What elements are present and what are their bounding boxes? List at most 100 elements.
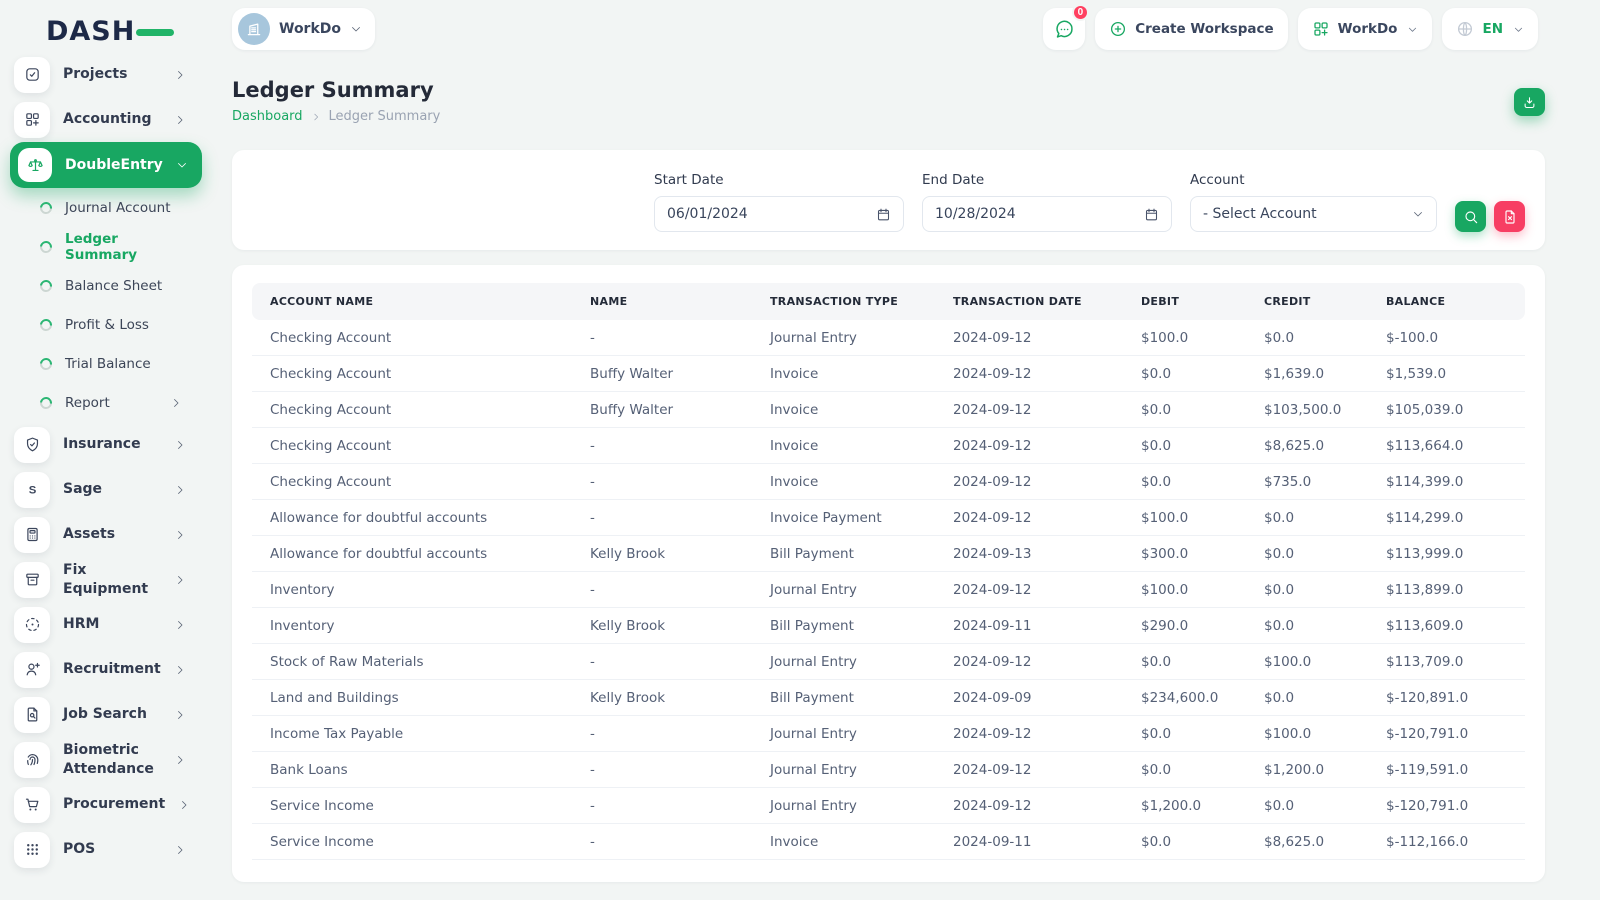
sidebar-item-journal-account[interactable]: Journal Account [0,188,212,227]
account-group: Account - Select Account [1190,172,1437,232]
table-row: Service Income-Journal Entry2024-09-12$1… [252,788,1525,824]
sidebar-item-recruitment[interactable]: Recruitment [0,647,212,692]
table-cell: 2024-09-11 [935,608,1123,644]
filter-card: Start Date 06/01/2024 End Date 10/28/202… [232,150,1545,250]
table-cell: $0.0 [1123,392,1246,428]
download-icon [1522,95,1537,110]
sidebar-item-label: Trial Balance [65,356,151,372]
sidebar-icon-box [18,148,52,182]
sidebar-item-biometric-attendance[interactable]: Biometric Attendance [0,737,212,782]
table-cell: Service Income [252,824,572,860]
start-date-input[interactable]: 06/01/2024 [654,196,904,232]
create-workspace-label: Create Workspace [1135,21,1273,37]
sidebar-item-profit-loss[interactable]: Profit & Loss [0,305,212,344]
table-cell: - [572,464,752,500]
sidebar-item-balance-sheet[interactable]: Balance Sheet [0,266,212,305]
sidebar-item-hrm[interactable]: HRM [0,602,212,647]
table-cell: 2024-09-12 [935,644,1123,680]
sidebar-item-trial-balance[interactable]: Trial Balance [0,344,212,383]
table-cell: $0.0 [1246,608,1368,644]
table-cell: Bill Payment [752,680,935,716]
start-date-value: 06/01/2024 [667,206,748,222]
sidebar-item-sage[interactable]: SSage [0,467,212,512]
sidebar-item-label: Profit & Loss [65,317,149,333]
svg-text:S: S [28,484,36,496]
chevron-down-icon [1412,208,1424,220]
table-cell: Checking Account [252,428,572,464]
table-cell: $300.0 [1123,536,1246,572]
search-button[interactable] [1455,201,1486,232]
sidebar-item-job-search[interactable]: Job Search [0,692,212,737]
sidebar-item-label: Procurement [63,795,165,813]
chevron-right-icon [170,397,182,409]
cart-icon [24,796,41,813]
sidebar-item-report[interactable]: Report [0,383,212,422]
table-cell: 2024-09-12 [935,752,1123,788]
table-cell: 2024-09-12 [935,428,1123,464]
brand-logo[interactable]: DASH [46,16,166,50]
sidebar-item-label: Assets [63,525,115,543]
table-cell: Bank Loans [252,752,572,788]
table-cell: 2024-09-09 [935,680,1123,716]
sidebar-item-label: Accounting [63,110,151,128]
sidebar-item-ledger-summary[interactable]: Ledger Summary [0,227,212,266]
sidebar-item-pos[interactable]: POS [0,827,212,872]
workspace-switcher-label: WorkDo [1338,21,1398,37]
end-date-input[interactable]: 10/28/2024 [922,196,1172,232]
sidebar-item-label: Journal Account [65,200,171,216]
table-cell: $1,200.0 [1246,752,1368,788]
chevron-right-icon [174,574,186,586]
ledger-table: ACCOUNT NAMENAMETRANSACTION TYPETRANSACT… [252,283,1525,860]
table-cell: $113,899.0 [1368,572,1525,608]
table-cell: - [572,500,752,536]
language-button[interactable]: EN [1442,8,1538,50]
table-cell: Journal Entry [752,644,935,680]
column-header-balance: BALANCE [1368,283,1525,320]
chevron-down-icon [1407,24,1418,35]
grid-plus-icon [1312,20,1330,38]
sidebar-item-insurance[interactable]: Insurance [0,422,212,467]
create-workspace-button[interactable]: Create Workspace [1095,8,1287,50]
table-cell: Inventory [252,608,572,644]
sidebar-item-projects[interactable]: Projects [0,52,212,97]
column-header-account-name: ACCOUNT NAME [252,283,572,320]
account-select[interactable]: - Select Account [1190,196,1437,232]
sidebar-icon-box [14,562,50,598]
sidebar-item-procurement[interactable]: Procurement [0,782,212,827]
sidebar-item-fix-equipment[interactable]: Fix Equipment [0,557,212,602]
table-cell: 2024-09-13 [935,536,1123,572]
chevron-right-icon [174,844,186,856]
table-cell: 2024-09-12 [935,500,1123,536]
chevron-right-icon [178,799,190,811]
reset-filter-button[interactable] [1494,201,1525,232]
table-cell: 2024-09-12 [935,392,1123,428]
workspace-pill[interactable]: WorkDo [232,8,375,50]
sidebar-item-assets[interactable]: Assets [0,512,212,557]
dots-grid-icon [24,841,41,858]
table-cell: Bill Payment [752,536,935,572]
chat-icon [1054,19,1075,40]
bullet-ring-icon [38,394,55,411]
sidebar-menu: Projects Accounting DoubleEntry Journal Acc… [0,52,212,872]
table-cell: $0.0 [1246,572,1368,608]
plus-circle-icon [1109,20,1127,38]
sidebar-item-accounting[interactable]: Accounting [0,97,212,142]
sidebar-icon-box [14,102,50,138]
table-cell: 2024-09-12 [935,320,1123,356]
calendar-icon [876,207,891,222]
sidebar-item-label: HRM [63,615,99,633]
table-cell: Journal Entry [752,320,935,356]
chevron-right-icon [174,664,186,676]
sidebar-item-doubleentry[interactable]: DoubleEntry [10,142,202,188]
table-cell: $0.0 [1246,788,1368,824]
messages-button[interactable]: 0 [1043,8,1085,50]
breadcrumb-dashboard-link[interactable]: Dashboard [232,109,303,124]
user-plus-icon [24,661,41,678]
download-button[interactable] [1514,88,1545,116]
checkbox-icon [24,66,41,83]
workspace-switcher-button[interactable]: WorkDo [1298,8,1433,50]
table-row: Service Income-Invoice2024-09-11$0.0$8,6… [252,824,1525,860]
target-icon [24,616,41,633]
letter-s-icon: S [24,481,41,498]
column-header-transaction-type: TRANSACTION TYPE [752,283,935,320]
